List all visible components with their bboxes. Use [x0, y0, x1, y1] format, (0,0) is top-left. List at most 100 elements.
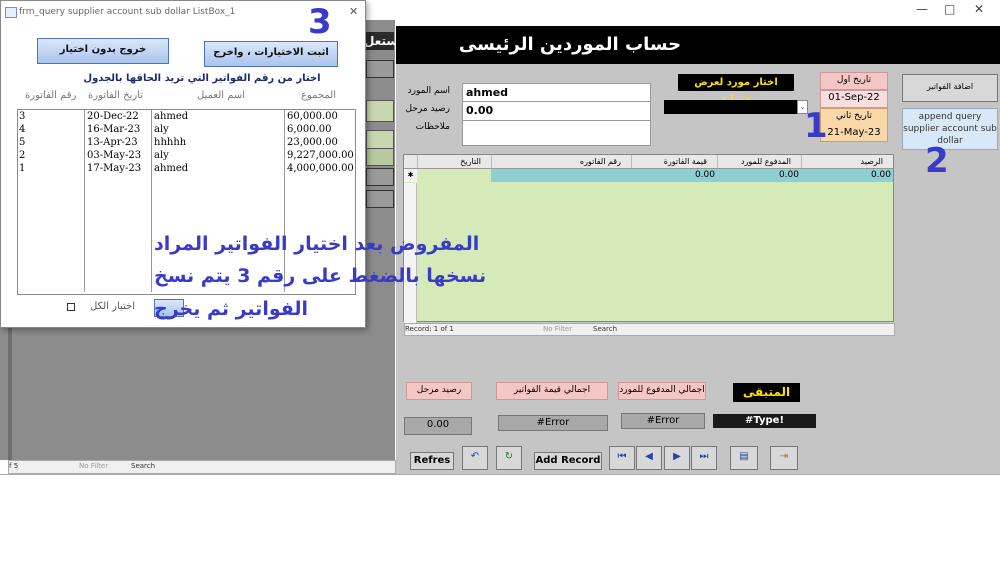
refresh-icon[interactable]: ↻: [496, 446, 522, 470]
remaining-field: #Type!: [713, 414, 816, 428]
grid-cell-paid[interactable]: 0.00: [715, 169, 799, 182]
background-field[interactable]: [366, 168, 394, 186]
background-field[interactable]: [366, 148, 394, 166]
select-all-checkbox[interactable]: [67, 303, 75, 311]
paid-total-label: اجمالي المدفوع للمورد: [618, 382, 706, 400]
refresh-button[interactable]: Refres: [410, 452, 454, 470]
main-form-title: حساب الموردين الرئيسى: [458, 34, 682, 55]
notes-label: ملاحظات: [415, 122, 450, 132]
grid-nav-bar: Record: 1 of 1 No Filter Search: [404, 323, 895, 336]
choose-supplier-label: اختار مورد لعرض حسابة: [678, 74, 794, 105]
grid-col-date[interactable]: التاريخ: [417, 155, 491, 168]
list-divider: [151, 110, 152, 292]
divider: [0, 474, 1000, 475]
supplier-name-label: اسم المورد: [407, 86, 450, 96]
annotation-hint-line1: المفروض بعد اختيار الفواتير المراد: [154, 233, 480, 255]
col-header-invoice-no: رقم الفاتورة: [25, 90, 77, 101]
list-item-date[interactable]: 17-May-23: [87, 163, 141, 174]
list-item-date[interactable]: 13-Apr-23: [87, 137, 138, 148]
list-item-date[interactable]: 16-Mar-23: [87, 124, 140, 135]
list-item-total[interactable]: 6,000.00: [287, 124, 332, 135]
previous-record-icon[interactable]: ◀: [636, 446, 662, 470]
list-item-total[interactable]: 9,227,000.00: [287, 150, 354, 161]
grid-col-paid[interactable]: المدفوع للمورد: [717, 155, 801, 168]
grid-nav-search[interactable]: Search: [593, 324, 617, 335]
col-header-invoice-date: تاريخ الفاتورة: [88, 90, 144, 101]
date-second-box: تاريخ ثاني 21-May-23: [820, 108, 888, 142]
list-item-total[interactable]: 4,000,000.00: [287, 163, 354, 174]
background-nav-record: f 5: [9, 462, 19, 470]
carried-balance-label: رصيد مرحل: [405, 104, 450, 114]
row-selector[interactable]: ✱: [404, 169, 418, 182]
form-icon: [5, 7, 17, 18]
grid-new-row[interactable]: 0.00 0.00 0.00: [417, 169, 893, 182]
grid-col-balance[interactable]: الرصيد: [801, 155, 893, 168]
annotation-hint-line3: الفواتير ثم يخرج: [154, 298, 309, 320]
invoices-total-label: اجمالي قيمة الفواتير: [496, 382, 608, 400]
list-item-date[interactable]: 03-May-23: [87, 150, 141, 161]
date-second-field[interactable]: 21-May-23: [821, 127, 887, 138]
list-item-date[interactable]: 20-Dec-22: [87, 111, 139, 122]
list-item-invoice-no[interactable]: 4: [19, 124, 25, 135]
select-all-label: اختيار الكل: [90, 301, 135, 312]
list-item-customer[interactable]: hhhhh: [154, 137, 186, 148]
col-header-total: المجموع: [301, 90, 336, 101]
apply-and-exit-button[interactable]: اثبت الاختيارات ، واخرج: [204, 41, 338, 67]
list-item-invoice-no[interactable]: 2: [19, 150, 25, 161]
add-record-button[interactable]: Add Record: [534, 452, 602, 470]
background-nav-bar: f 5 No Filter Search: [8, 460, 396, 474]
list-item-invoice-no[interactable]: 3: [19, 111, 25, 122]
annotation-number-2: 2: [925, 141, 949, 181]
carried-balance-total-field: 0.00: [404, 417, 472, 435]
background-nav-filter[interactable]: No Filter: [79, 461, 108, 472]
dialog-close-icon[interactable]: ✕: [349, 1, 358, 23]
date-first-field[interactable]: 01-Sep-22: [820, 90, 888, 108]
first-record-icon[interactable]: ⏮: [609, 446, 635, 470]
list-item-total[interactable]: 23,000.00: [287, 137, 338, 148]
next-record-icon[interactable]: ▶: [664, 446, 690, 470]
grid-cell-date[interactable]: [417, 169, 491, 182]
annotation-number-1: 1: [804, 106, 828, 146]
add-invoices-button[interactable]: اضافة الفواتير: [902, 74, 998, 102]
grid-cell-balance[interactable]: 0.00: [799, 169, 891, 182]
grid-col-invoice-value[interactable]: قيمة الفاتورة: [631, 155, 717, 168]
list-item-customer[interactable]: ahmed: [154, 111, 188, 122]
list-item-total[interactable]: 60,000.00: [287, 111, 338, 122]
remaining-label: المتبقى: [733, 383, 800, 402]
invoices-total-field: #Error: [498, 415, 608, 431]
minimize-button[interactable]: —: [916, 2, 928, 16]
background-field[interactable]: [366, 190, 394, 208]
append-query-label[interactable]: append query supplier account sub dollar: [902, 108, 998, 150]
notes-field[interactable]: [462, 120, 651, 146]
list-item-invoice-no[interactable]: 5: [19, 137, 25, 148]
grid-nav-filter[interactable]: No Filter: [543, 324, 572, 335]
background-form-title: ستعل: [364, 32, 399, 50]
exit-icon[interactable]: ⇥: [770, 446, 798, 470]
paid-total-field: #Error: [621, 413, 705, 429]
annotation-hint-line2: نسخها بالضغط على رقم 3 يتم نسخ: [154, 265, 487, 287]
supplier-combo[interactable]: [664, 100, 797, 114]
grid-cell-invoice-no[interactable]: [491, 169, 631, 182]
maximize-button[interactable]: □: [944, 2, 955, 16]
grid-col-invoice-no[interactable]: رقم الفاتوره: [491, 155, 631, 168]
grid-header: التاريخ رقم الفاتوره قيمة الفاتورة المدف…: [404, 155, 893, 169]
annotation-number-3: 3: [308, 2, 332, 42]
date-first-label: تاريخ اول: [820, 72, 888, 90]
background-nav-search[interactable]: Search: [131, 461, 155, 472]
list-divider: [84, 110, 85, 292]
list-item-invoice-no[interactable]: 1: [19, 163, 25, 174]
undo-icon[interactable]: ↶: [462, 446, 488, 470]
supplier-name-field[interactable]: ahmed: [462, 83, 651, 103]
carried-balance-field[interactable]: 0.00: [462, 101, 651, 121]
close-button[interactable]: ✕: [974, 2, 984, 16]
list-item-customer[interactable]: aly: [154, 150, 169, 161]
list-item-customer[interactable]: aly: [154, 124, 169, 135]
col-header-customer: اسم العميل: [197, 90, 246, 101]
save-icon[interactable]: ▤: [730, 446, 758, 470]
exit-without-selection-button[interactable]: خروج بدون اختيار: [37, 38, 169, 64]
last-record-icon[interactable]: ⏭: [691, 446, 717, 470]
background-field[interactable]: [366, 100, 394, 122]
list-item-customer[interactable]: ahmed: [154, 163, 188, 174]
background-button[interactable]: [366, 60, 394, 78]
grid-cell-invoice-value[interactable]: 0.00: [631, 169, 715, 182]
